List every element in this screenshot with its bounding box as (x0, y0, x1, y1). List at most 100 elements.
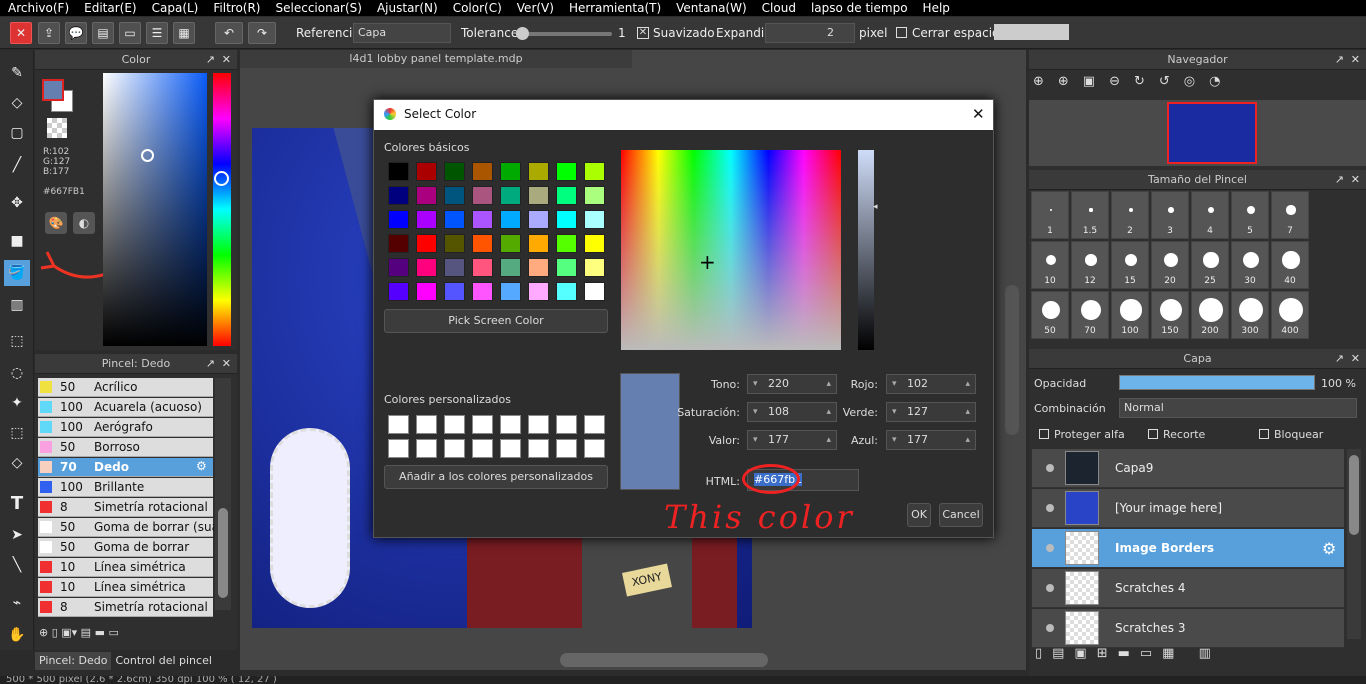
custom-color-swatch[interactable] (556, 415, 577, 434)
brush-size-cell[interactable]: 2 (1111, 191, 1149, 239)
basic-color-swatch[interactable] (444, 234, 465, 253)
scrollbar-thumb[interactable] (1349, 455, 1359, 535)
brush-size-cell[interactable]: 1 (1031, 191, 1069, 239)
sv-picker-cursor[interactable] (141, 149, 154, 162)
valor-spinner[interactable]: 177 (747, 430, 837, 450)
layer-tools[interactable]: ▯▤▣⊞▬▭▦ ▥ (1035, 646, 1221, 661)
brush-list-item[interactable]: 100 Aerógrafo (38, 418, 213, 437)
transparent-color-swatch[interactable] (47, 118, 67, 138)
brush-size-cell[interactable]: 40 (1271, 241, 1309, 289)
basic-color-swatch[interactable] (528, 282, 549, 301)
note-icon[interactable]: ▤ (92, 22, 114, 44)
float-icon[interactable]: ↗ (1335, 349, 1344, 369)
menu-item[interactable]: Editar(E) (76, 1, 143, 15)
brush-size-cell[interactable]: 30 (1231, 241, 1269, 289)
basic-color-swatch[interactable] (472, 186, 493, 205)
basic-color-swatch[interactable] (528, 234, 549, 253)
basic-color-swatch[interactable] (556, 282, 577, 301)
basic-color-swatch[interactable] (528, 210, 549, 229)
custom-color-swatch[interactable] (528, 415, 549, 434)
brush-list-item[interactable]: 50 Borroso (38, 438, 213, 457)
verde-spinner[interactable]: 127 (886, 402, 976, 422)
comment-icon[interactable]: 💬 (65, 22, 87, 44)
custom-color-swatch[interactable] (500, 439, 521, 458)
protect-alpha-checkbox[interactable] (1039, 429, 1049, 439)
basic-color-swatch[interactable] (500, 162, 521, 181)
basic-color-swatch[interactable] (444, 162, 465, 181)
basic-color-swatch[interactable] (388, 234, 409, 253)
menu-item[interactable]: Herramienta(T) (561, 1, 668, 15)
basic-color-swatch[interactable] (472, 258, 493, 277)
brush-size-cell[interactable]: 400 (1271, 291, 1309, 339)
brush-size-cell[interactable]: 1.5 (1071, 191, 1109, 239)
basic-color-swatch[interactable] (416, 162, 437, 181)
eyedropper-icon[interactable]: ⌁ (4, 590, 30, 616)
basic-color-swatch[interactable] (500, 234, 521, 253)
select-pen-icon[interactable]: ⬚ (4, 420, 30, 446)
scrollbar-thumb[interactable] (218, 508, 228, 598)
basic-color-swatch[interactable] (584, 282, 605, 301)
brush-list-item[interactable]: 100 Brillante (38, 478, 213, 497)
lock-checkbox[interactable] (1259, 429, 1269, 439)
menu-item[interactable]: Help (915, 1, 957, 15)
hue-slider[interactable] (213, 73, 231, 346)
brush-list-item[interactable]: 10 Línea simétrica (38, 558, 213, 577)
navigator-tools[interactable]: ⊕⊕▣⊖↻↺◎◔ (1033, 74, 1353, 96)
basic-color-swatch[interactable] (444, 282, 465, 301)
basic-color-swatch[interactable] (416, 258, 437, 277)
basic-color-swatch[interactable] (500, 210, 521, 229)
custom-color-swatch[interactable] (472, 415, 493, 434)
custom-color-swatch[interactable] (472, 439, 493, 458)
rectangle-icon[interactable]: ▢ (4, 120, 30, 146)
document-tab[interactable]: l4d1 lobby panel template.mdp (240, 50, 632, 68)
suavizado-checkbox[interactable]: ✕ (637, 27, 649, 39)
brush-list-item[interactable]: 10 Línea simétrica (38, 578, 213, 597)
canvas-horizontal-scrollbar[interactable] (560, 653, 768, 667)
ok-button[interactable]: OK (907, 503, 931, 527)
brush-list-scrollbar[interactable] (215, 378, 231, 610)
azul-spinner[interactable]: 177 (886, 430, 976, 450)
text-icon[interactable]: T (4, 490, 30, 516)
basic-color-swatch[interactable] (528, 162, 549, 181)
cancel-button[interactable]: Cancel (939, 503, 983, 527)
brush-size-cell[interactable]: 50 (1031, 291, 1069, 339)
tolerance-slider-handle[interactable] (516, 27, 529, 40)
basic-color-swatch[interactable] (584, 258, 605, 277)
layer-row[interactable]: Scratches 4 (1032, 569, 1344, 608)
basic-color-swatch[interactable] (444, 258, 465, 277)
undo-icon[interactable]: ↶ (215, 22, 243, 44)
menu-item[interactable]: Archivo(F) (0, 1, 76, 15)
basic-color-swatch[interactable] (584, 234, 605, 253)
float-icon[interactable]: ↗ (1335, 170, 1344, 190)
close-panel-icon[interactable]: ✕ (222, 50, 231, 70)
canvas-vertical-scrollbar[interactable] (1005, 285, 1019, 435)
basic-color-swatch[interactable] (388, 282, 409, 301)
brush-size-cell[interactable]: 15 (1111, 241, 1149, 289)
menu-item[interactable]: Cloud (754, 1, 803, 15)
value-slider-arrow[interactable]: ◂ (873, 202, 878, 212)
basic-color-swatch[interactable] (472, 234, 493, 253)
pick-screen-color-button[interactable]: Pick Screen Color (384, 309, 608, 333)
select-rect-icon[interactable]: ⬚ (4, 328, 30, 354)
basic-color-swatch[interactable] (584, 162, 605, 181)
basic-color-swatch[interactable] (388, 162, 409, 181)
custom-color-swatch[interactable] (444, 439, 465, 458)
menu-item[interactable]: Filtro(R) (205, 1, 267, 15)
basic-color-swatch[interactable] (416, 210, 437, 229)
brush-list-item[interactable]: 50 Acrílico (38, 378, 213, 397)
basic-color-swatch[interactable] (472, 282, 493, 301)
basic-color-swatch[interactable] (472, 162, 493, 181)
basic-color-swatch[interactable] (416, 282, 437, 301)
redo-icon[interactable]: ↷ (248, 22, 276, 44)
magic-wand-icon[interactable]: ✦ (4, 390, 30, 416)
layer-row[interactable]: Image Borders ⚙ (1032, 529, 1344, 568)
brush-size-cell[interactable]: 100 (1111, 291, 1149, 339)
basic-color-swatch[interactable] (528, 186, 549, 205)
move-icon[interactable]: ✥ (4, 190, 30, 216)
tono-spinner[interactable]: 220 (747, 374, 837, 394)
brush-size-cell[interactable]: 20 (1151, 241, 1189, 289)
float-icon[interactable]: ↗ (206, 50, 215, 70)
custom-color-swatch[interactable] (444, 415, 465, 434)
basic-color-swatch[interactable] (584, 186, 605, 205)
rojo-spinner[interactable]: 102 (886, 374, 976, 394)
